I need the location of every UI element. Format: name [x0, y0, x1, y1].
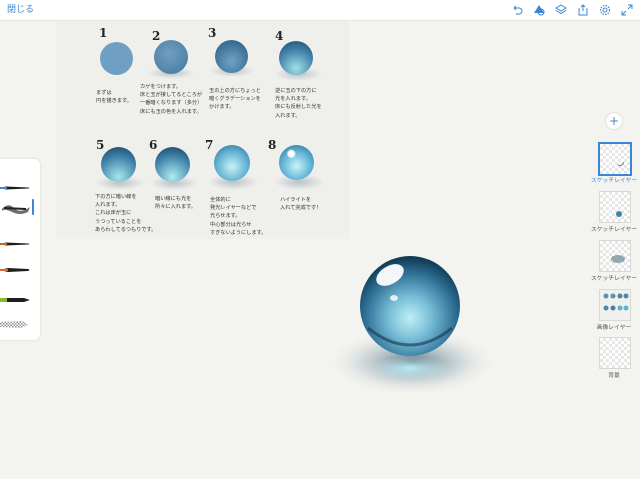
reference-image: 1 まずは 円を描きます。 2 カゲをつけます。 床と玉が接してるところが 一番… — [56, 21, 349, 239]
layer-thumbnail — [599, 240, 631, 272]
step-3-ball — [215, 40, 248, 73]
step-4-ball — [279, 41, 313, 75]
step-7-ball — [214, 145, 250, 181]
step-number: 6 — [149, 138, 158, 152]
step-number: 8 — [268, 138, 277, 152]
main-canvas-drawing[interactable] — [327, 240, 510, 410]
brush-6[interactable] — [0, 314, 30, 328]
top-toolbar: 閉じる — [0, 0, 640, 21]
layer-label: 背景 — [608, 373, 620, 379]
layer-thumbnail — [599, 289, 631, 321]
brush-selection-indicator — [32, 199, 34, 215]
step-text: カゲをつけます。 床と玉が接してるところが 一番暗くなります（多分） 床にも玉の… — [140, 84, 203, 115]
brush-3[interactable] — [0, 232, 30, 246]
add-layer-button[interactable]: + — [606, 113, 622, 129]
ball-reflection — [370, 356, 450, 380]
main-ball — [360, 256, 460, 356]
layer-label: スケッチレイヤー — [590, 178, 638, 184]
step-text: 全体的に 発光レイヤーなどで 光らせます。 中心部分は光らせ すぎないようにしま… — [210, 197, 267, 236]
step-6-ball — [155, 147, 190, 182]
layers-icon[interactable] — [554, 2, 568, 18]
layer-thumbnail — [598, 142, 632, 176]
step-8-ball — [279, 145, 314, 180]
step-1-ball — [100, 42, 133, 75]
brush-2[interactable] — [0, 201, 30, 215]
step-number: 2 — [152, 29, 161, 43]
share-icon[interactable] — [576, 2, 590, 18]
step-text: 逆に玉の下の方に 光を入れます。 床にも反射した光を 入れます。 — [275, 88, 322, 119]
step-number: 7 — [205, 138, 214, 152]
expand-icon[interactable] — [620, 2, 634, 18]
layer-effects-icon[interactable] — [532, 2, 546, 18]
brush-5[interactable] — [0, 288, 30, 302]
step-2-ball — [154, 40, 188, 74]
layer-label: スケッチレイヤー — [590, 276, 638, 282]
undo-icon[interactable] — [510, 2, 524, 18]
step-number: 4 — [275, 29, 284, 43]
step-number: 5 — [96, 138, 105, 152]
settings-icon[interactable] — [598, 2, 612, 18]
brush-panel — [0, 159, 40, 340]
brush-4[interactable] — [0, 259, 30, 272]
step-text: ハイライトを 入れて完成です！ — [280, 197, 322, 212]
step-5-ball — [101, 147, 136, 182]
layer-label: スケッチレイヤー — [590, 227, 638, 233]
layer-label: 画像レイヤー — [596, 325, 632, 331]
brush-1[interactable] — [0, 176, 30, 190]
toolbar-icons — [510, 2, 634, 18]
close-button[interactable]: 閉じる — [7, 3, 34, 17]
step-text: 玉の上の方にちょっと 暗くグラデーションを かけます。 — [209, 88, 261, 111]
step-number: 1 — [99, 26, 108, 40]
layer-thumbnail — [599, 337, 631, 369]
step-number: 3 — [208, 26, 217, 40]
layer-thumbnail — [599, 191, 631, 223]
